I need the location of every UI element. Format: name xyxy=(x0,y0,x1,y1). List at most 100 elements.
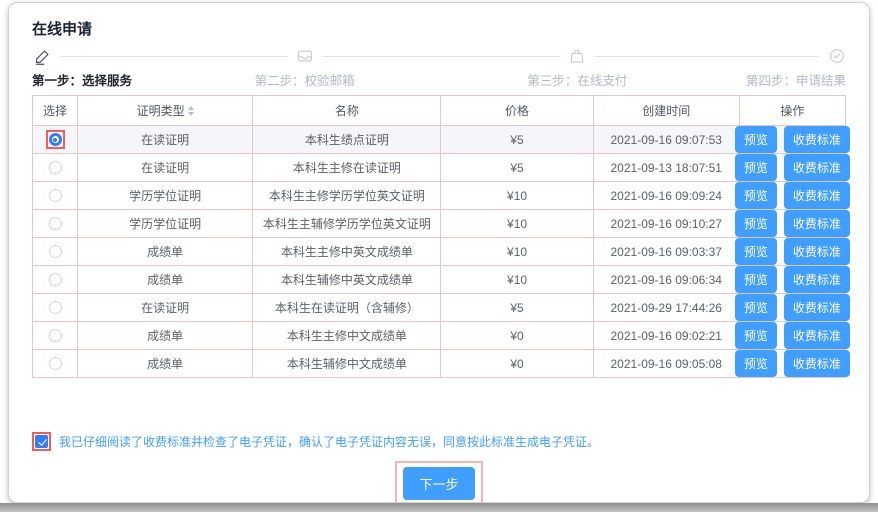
actions-cell: 预览 收费标准 xyxy=(739,210,845,238)
price-cell: ¥5 xyxy=(441,126,593,154)
step-label-select-service: 第一步：选择服务 xyxy=(32,70,132,89)
radio-icon xyxy=(49,301,62,314)
actions-cell: 预览 收费标准 xyxy=(739,350,845,378)
preview-button[interactable]: 预览 xyxy=(735,294,777,321)
actions-cell: 预览 收费标准 xyxy=(739,266,845,294)
step-label-application-result: 第四步：申请结果 xyxy=(746,70,846,89)
window-bottom-shadow xyxy=(0,503,878,512)
created-cell: 2021-09-16 09:03:37 xyxy=(593,238,739,266)
created-cell: 2021-09-29 17:44:26 xyxy=(593,294,739,322)
type-cell: 在读证明 xyxy=(78,294,253,322)
created-cell: 2021-09-16 09:06:34 xyxy=(593,266,739,294)
actions-cell: 预览 收费标准 xyxy=(739,238,845,266)
annotation-box: 下一步 xyxy=(395,461,482,503)
preview-button[interactable]: 预览 xyxy=(735,266,777,293)
select-cell xyxy=(33,182,78,210)
agreement-row: 我已仔细阅读了收费标准并检查了电子凭证，确认了电子凭证内容无误，同意按此标准生成… xyxy=(32,432,846,451)
type-cell: 在读证明 xyxy=(78,126,253,154)
type-cell: 成绩单 xyxy=(78,238,253,266)
select-cell xyxy=(33,350,78,378)
fee-standard-button[interactable]: 收费标准 xyxy=(784,350,850,377)
type-cell: 在读证明 xyxy=(78,154,253,182)
table-row: 在读证明 本科生主修在读证明 ¥5 2021-09-13 18:07:51 预览… xyxy=(33,154,846,182)
table-body: 在读证明 本科生绩点证明 ¥5 2021-09-16 09:07:53 预览 收… xyxy=(33,126,846,378)
preview-button[interactable]: 预览 xyxy=(735,210,777,237)
actions-cell: 预览 收费标准 xyxy=(739,126,845,154)
header-type-sortable[interactable]: 证明类型 xyxy=(78,96,253,126)
name-cell: 本科生主辅修学历学位英文证明 xyxy=(253,210,441,238)
name-cell: 本科生辅修中英文成绩单 xyxy=(253,266,441,294)
radio-icon xyxy=(49,189,62,202)
name-cell: 本科生主修中文成绩单 xyxy=(253,322,441,350)
type-cell: 学历学位证明 xyxy=(78,182,253,210)
table-row: 在读证明 本科生绩点证明 ¥5 2021-09-16 09:07:53 预览 收… xyxy=(33,126,846,154)
pencil-icon xyxy=(34,47,52,65)
select-cell xyxy=(33,294,78,322)
fee-standard-button[interactable]: 收费标准 xyxy=(784,294,850,321)
preview-button[interactable]: 预览 xyxy=(735,322,777,349)
check-circle-icon xyxy=(828,47,846,65)
created-cell: 2021-09-16 09:07:53 xyxy=(593,126,739,154)
fee-standard-button[interactable]: 收费标准 xyxy=(784,266,850,293)
radio-icon xyxy=(49,245,62,258)
select-cell xyxy=(33,126,78,154)
header-actions: 操作 xyxy=(739,96,845,126)
radio-icon xyxy=(49,161,62,174)
step-connector xyxy=(594,56,819,57)
fee-standard-button[interactable]: 收费标准 xyxy=(784,238,850,265)
select-cell xyxy=(33,266,78,294)
agreement-checkbox[interactable] xyxy=(32,432,51,451)
fee-standard-button[interactable]: 收费标准 xyxy=(784,154,850,181)
name-cell: 本科生主修在读证明 xyxy=(253,154,441,182)
table-row: 学历学位证明 本科生主辅修学历学位英文证明 ¥10 2021-09-16 09:… xyxy=(33,210,846,238)
row-radio[interactable] xyxy=(46,130,65,149)
name-cell: 本科生绩点证明 xyxy=(253,126,441,154)
radio-icon xyxy=(49,329,62,342)
radio-icon xyxy=(49,133,62,146)
table-header-row: 选择 证明类型 名称 价格 创建时间 操作 xyxy=(33,96,846,126)
radio-icon xyxy=(49,357,62,370)
row-radio[interactable] xyxy=(46,326,65,345)
header-price: 价格 xyxy=(441,96,593,126)
fee-standard-button[interactable]: 收费标准 xyxy=(784,322,850,349)
type-cell: 成绩单 xyxy=(78,266,253,294)
type-cell: 成绩单 xyxy=(78,350,253,378)
agreement-text: 我已仔细阅读了收费标准并检查了电子凭证，确认了电子凭证内容无误，同意按此标准生成… xyxy=(59,433,599,450)
name-cell: 本科生在读证明（含辅修） xyxy=(253,294,441,322)
header-type-label: 证明类型 xyxy=(137,102,185,119)
row-radio[interactable] xyxy=(46,214,65,233)
actions-cell: 预览 收费标准 xyxy=(739,182,845,210)
select-cell xyxy=(33,322,78,350)
page-title: 在线申请 xyxy=(32,18,846,39)
step-connector xyxy=(60,56,288,57)
mail-icon xyxy=(296,47,314,65)
fee-standard-button[interactable]: 收费标准 xyxy=(784,210,850,237)
name-cell: 本科生主修中英文成绩单 xyxy=(253,238,441,266)
row-radio[interactable] xyxy=(46,354,65,373)
certificate-table: 选择 证明类型 名称 价格 创建时间 操作 xyxy=(32,95,846,378)
row-radio[interactable] xyxy=(46,298,65,317)
checkbox-checked-icon xyxy=(35,435,48,448)
fee-standard-button[interactable]: 收费标准 xyxy=(784,126,850,153)
preview-button[interactable]: 预览 xyxy=(735,154,777,181)
price-cell: ¥5 xyxy=(441,294,593,322)
row-radio[interactable] xyxy=(46,158,65,177)
step-wizard: 第一步：选择服务 第二步：校验邮箱 第三步：在线支付 第四步：申请结果 xyxy=(32,47,846,87)
preview-button[interactable]: 预览 xyxy=(735,126,777,153)
fee-standard-button[interactable]: 收费标准 xyxy=(784,182,850,209)
row-radio[interactable] xyxy=(46,186,65,205)
next-step-button[interactable]: 下一步 xyxy=(403,467,474,500)
price-cell: ¥0 xyxy=(441,350,593,378)
step-connector xyxy=(322,56,561,57)
preview-button[interactable]: 预览 xyxy=(735,350,777,377)
row-radio[interactable] xyxy=(46,242,65,261)
radio-icon xyxy=(49,273,62,286)
sort-carets-icon[interactable] xyxy=(188,106,194,116)
preview-button[interactable]: 预览 xyxy=(735,182,777,209)
select-cell xyxy=(33,154,78,182)
header-name: 名称 xyxy=(253,96,441,126)
preview-button[interactable]: 预览 xyxy=(735,238,777,265)
table-row: 成绩单 本科生辅修中文成绩单 ¥0 2021-09-16 09:05:08 预览… xyxy=(33,350,846,378)
price-cell: ¥5 xyxy=(441,154,593,182)
row-radio[interactable] xyxy=(46,270,65,289)
